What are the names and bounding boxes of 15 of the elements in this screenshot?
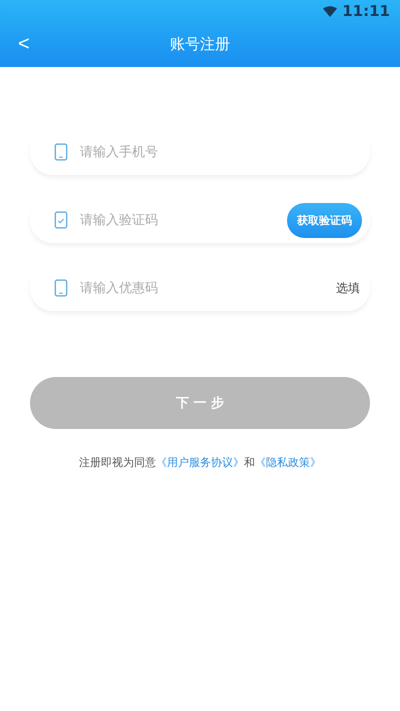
wifi-icon [323, 6, 338, 16]
back-button[interactable]: < [12, 31, 36, 58]
phone-check-icon [54, 210, 68, 230]
phone-input[interactable]: 请输入手机号 [78, 144, 362, 160]
phone-icon [54, 278, 68, 298]
code-input[interactable]: 请输入验证码 [78, 212, 277, 228]
policy-link[interactable]: 《隐私政策》 [255, 456, 321, 469]
agreement-text: 注册即视为同意《用户服务协议》和《隐私政策》 [78, 455, 322, 470]
get-code-button[interactable]: 获取验证码 [287, 202, 362, 238]
page-title: 账号注册 [170, 35, 230, 54]
policy-link[interactable]: 《用户服务协议》 [156, 456, 244, 469]
coupon-input[interactable]: 请输入优惠码 [78, 280, 326, 296]
optional-label: 选填 [336, 280, 361, 296]
status-time: 11:11 [342, 2, 390, 20]
phone-icon [54, 142, 68, 162]
